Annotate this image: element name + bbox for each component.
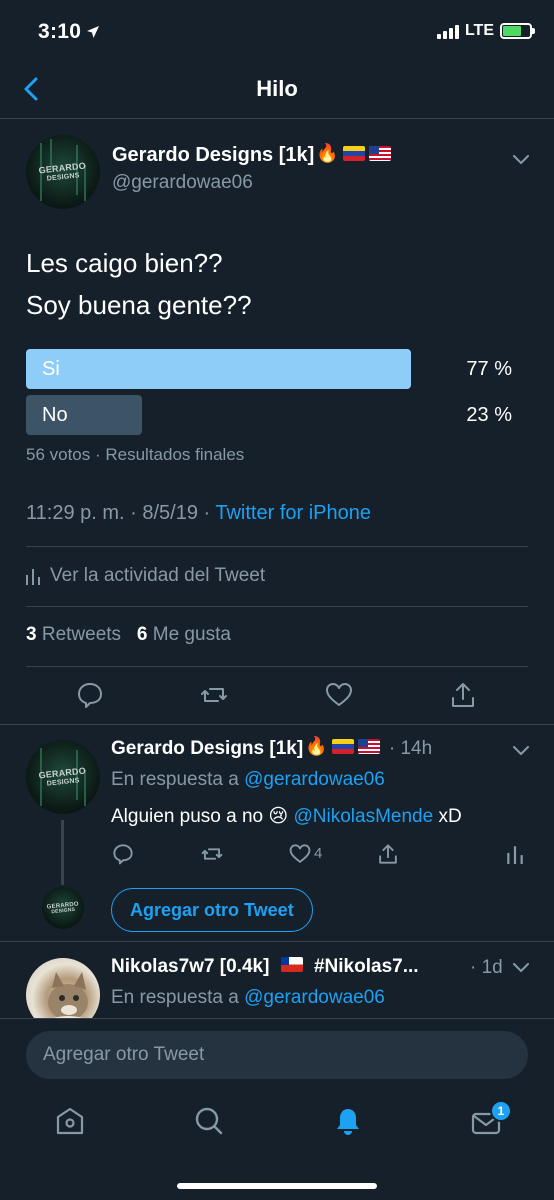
- search-icon[interactable]: [194, 1106, 224, 1136]
- add-another-tweet-button[interactable]: Agregar otro Tweet: [111, 888, 313, 932]
- battery-icon: [500, 23, 535, 39]
- retweet-icon[interactable]: [200, 681, 228, 709]
- tweet-timestamp: 11:29 p. m. · 8/5/19 · Twitter for iPhon…: [26, 502, 371, 524]
- chevron-down-icon[interactable]: [513, 155, 529, 165]
- analytics-icon[interactable]: [507, 844, 523, 864]
- poll-option-no: No: [26, 395, 142, 435]
- retweet-icon[interactable]: [201, 843, 223, 865]
- location-arrow-icon: [87, 26, 99, 38]
- divider: [26, 666, 528, 667]
- retweets-stat[interactable]: 3 Retweets: [26, 624, 121, 645]
- analytics-icon: [26, 569, 40, 585]
- third-time: · 1d: [470, 957, 503, 978]
- share-icon[interactable]: [377, 843, 399, 865]
- chile-flag-icon: [280, 957, 303, 973]
- reply-to-handle-link[interactable]: @gerardowae06: [244, 769, 385, 790]
- venezuela-flag-icon: [342, 146, 365, 162]
- home-icon[interactable]: [55, 1106, 85, 1136]
- chevron-down-icon[interactable]: [513, 746, 529, 756]
- page-title: Hilo: [256, 76, 298, 101]
- fire-emoji-icon: 🔥: [305, 736, 328, 757]
- reply-text: Alguien puso a no 😢 @NikolasMende xD: [111, 806, 462, 827]
- reply-icon[interactable]: [76, 681, 104, 709]
- like-heart-icon[interactable]: [289, 843, 311, 865]
- divider: [26, 546, 528, 547]
- avatar-logo: GERARDO DESIGNS: [38, 765, 87, 788]
- small-avatar[interactable]: GERARDO DESIGNS: [42, 887, 84, 929]
- status-time: 3:10: [38, 20, 82, 43]
- poll-results-meta: 56 votos · Resultados finales: [26, 445, 245, 464]
- divider: [0, 941, 554, 942]
- thread-line: [61, 820, 64, 885]
- signal-strength-icon: [436, 24, 459, 39]
- reply-to-line: En respuesta a @gerardowae06: [111, 769, 385, 790]
- poll-option-si: Si: [26, 349, 411, 389]
- compose-input[interactable]: Agregar otro Tweet: [26, 1031, 528, 1079]
- chevron-down-icon[interactable]: [513, 963, 529, 973]
- divider: [0, 724, 554, 725]
- venezuela-flag-icon: [331, 739, 354, 755]
- fire-emoji-icon: 🔥: [316, 143, 339, 164]
- messages-badge: 1: [490, 1100, 512, 1122]
- status-indicators: LTE: [436, 22, 535, 40]
- third-reply-to-line: En respuesta a @gerardowae06: [111, 987, 385, 1008]
- reply-to-handle-link[interactable]: @gerardowae06: [244, 987, 385, 1008]
- usa-flag-icon: [357, 739, 380, 755]
- avatar-logo: GERARDO DESIGNS: [46, 900, 79, 915]
- tweet-stats: 3 Retweets 6 Me gusta: [26, 624, 231, 646]
- usa-flag-icon: [368, 146, 391, 162]
- poll-percent-no: 23 %: [466, 404, 512, 426]
- likes-stat[interactable]: 6 Me gusta: [137, 624, 231, 645]
- crying-face-emoji-icon: 😢: [268, 806, 289, 827]
- tweet-text: Les caigo bien?? Soy buena gente??: [26, 248, 252, 320]
- author-handle[interactable]: @gerardowae06: [112, 172, 253, 194]
- author-name[interactable]: Gerardo Designs [1k] 🔥: [112, 143, 391, 167]
- tweet-source-link[interactable]: Twitter for iPhone: [215, 502, 371, 524]
- third-author-name[interactable]: Nikolas7w7 [0.4k] #Nikolas7...: [111, 956, 419, 978]
- header-divider: [0, 118, 554, 119]
- network-label: LTE: [464, 22, 494, 39]
- avatar-logo: GERARDO DESIGNS: [38, 160, 87, 183]
- divider: [26, 606, 528, 607]
- avatar[interactable]: GERARDO DESIGNS: [26, 135, 100, 209]
- reply-like-count: 4: [314, 845, 323, 862]
- tweet-activity-link[interactable]: Ver la actividad del Tweet: [26, 565, 265, 587]
- share-icon[interactable]: [449, 681, 477, 709]
- mention-link[interactable]: @NikolasMende: [294, 806, 434, 827]
- reply-icon[interactable]: [112, 843, 134, 865]
- poll-percent-si: 77 %: [466, 358, 512, 380]
- like-heart-icon[interactable]: [325, 681, 353, 709]
- notifications-bell-icon[interactable]: [333, 1106, 363, 1136]
- reply-avatar[interactable]: GERARDO DESIGNS: [26, 740, 100, 814]
- reply-author-name[interactable]: Gerardo Designs [1k] 🔥 · 14h: [111, 736, 433, 760]
- reply-time: · 14h: [388, 738, 433, 759]
- home-indicator[interactable]: [177, 1183, 377, 1189]
